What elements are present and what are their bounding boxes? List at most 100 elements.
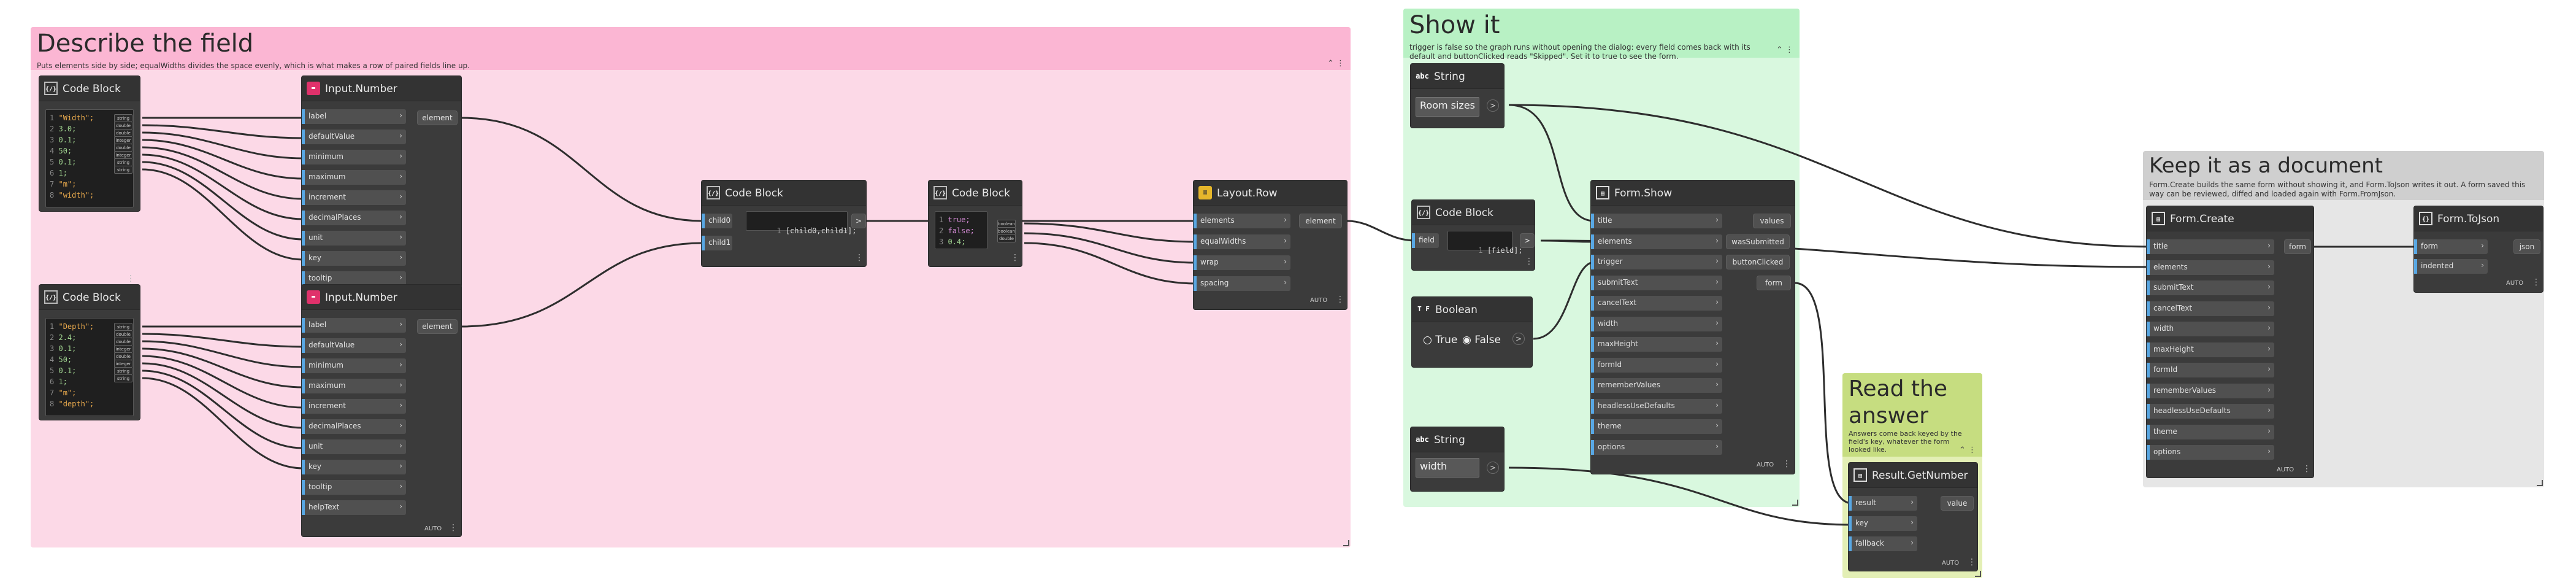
input-port-wrap[interactable]: wrap › (1194, 255, 1290, 270)
node-title[interactable]: Form.Show (1614, 187, 1672, 199)
output-port[interactable]: > (1512, 333, 1525, 345)
code-line[interactable]: 8 "width"; (50, 190, 129, 201)
node-title[interactable]: Code Block (63, 292, 121, 304)
node-result-get-number[interactable]: ▤ Result.GetNumber result › key › fallback › … (1849, 463, 1977, 571)
code-line[interactable]: 3 0.4; (939, 236, 983, 247)
input-port-width[interactable]: width › (2147, 322, 2274, 336)
input-port-fallback[interactable]: fallback › (1849, 536, 1917, 551)
input-port-form[interactable]: form › (2414, 239, 2488, 254)
output-port-wassubmitted[interactable]: wasSubmitted (1726, 234, 1790, 249)
input-port-minimum[interactable]: minimum › (302, 358, 406, 373)
output-port-form[interactable]: form (1757, 275, 1791, 290)
output-port[interactable]: > (1520, 233, 1535, 248)
string-input[interactable]: width (1416, 458, 1479, 478)
string-input[interactable]: Room sizes (1416, 97, 1479, 117)
node-title[interactable]: Form.ToJson (2437, 213, 2499, 225)
input-port-child1[interactable]: child1 (702, 236, 732, 250)
code-line[interactable]: 7 "m"; (50, 179, 129, 190)
node-menu-icon[interactable]: ⋮ (1782, 459, 1791, 469)
output-port[interactable]: > (1487, 462, 1499, 474)
lacing-label[interactable]: AUTO (2506, 280, 2523, 287)
input-port-maxheight[interactable]: maxHeight › (1591, 337, 1722, 352)
node-string-room-sizes[interactable]: abc String Room sizes > (1411, 64, 1504, 128)
code-line[interactable]: 7 "m"; (50, 387, 129, 398)
input-port-headlessusedefaults[interactable]: headlessUseDefaults › (2147, 404, 2274, 419)
lacing-label[interactable]: AUTO (1757, 462, 1774, 468)
input-port-submittext[interactable]: submitText › (2147, 280, 2274, 295)
node-menu-icon[interactable]: ⋮ (2532, 277, 2540, 287)
node-menu-icon[interactable]: ⋮ (449, 523, 458, 533)
radio-false[interactable]: ◉ False (1462, 334, 1501, 346)
node-form-create[interactable]: ▤ Form.Create title › elements › submitText ›… (2147, 206, 2313, 478)
input-port-decimalplaces[interactable]: decimalPlaces › (302, 419, 406, 434)
input-port-title[interactable]: title › (2147, 239, 2274, 254)
input-port-remembervalues[interactable]: rememberValues › (2147, 383, 2274, 398)
node-menu-icon[interactable]: ⋮ (1525, 257, 1533, 266)
node-menu-icon[interactable]: ⋮ (1968, 557, 1976, 567)
node-menu-icon[interactable]: ⋮ (855, 253, 864, 263)
output-port-element[interactable]: element (1299, 214, 1342, 228)
code-editor[interactable]: 1 true; 2 false; 3 0.4; (935, 211, 987, 249)
node-menu-icon[interactable]: ⋮ (126, 274, 135, 284)
code-editor[interactable]: 1 [child0,child1]; (746, 211, 856, 235)
input-port-elements[interactable]: elements › (1194, 214, 1290, 228)
input-port-maximum[interactable]: maximum › (302, 379, 406, 393)
node-title[interactable]: Code Block (1435, 207, 1493, 219)
input-port-result[interactable]: result › (1849, 496, 1917, 511)
input-port-remembervalues[interactable]: rememberValues › (1591, 378, 1722, 393)
input-port-maxheight[interactable]: maxHeight › (2147, 342, 2274, 357)
input-port-tooltip[interactable]: tooltip › (302, 271, 406, 286)
node-title[interactable]: Code Block (952, 187, 1010, 199)
code-editor[interactable]: 1 [field]; (1447, 231, 1523, 255)
input-port-decimalplaces[interactable]: decimalPlaces › (302, 211, 406, 225)
input-port-indented[interactable]: indented › (2414, 259, 2488, 274)
node-code-block-list[interactable]: {/} Code Block child0 child1 1 [child0,c… (702, 180, 866, 266)
input-port-canceltext[interactable]: cancelText › (2147, 301, 2274, 316)
node-title[interactable]: Code Block (725, 187, 783, 199)
input-port-increment[interactable]: increment › (302, 399, 406, 414)
input-port-elements[interactable]: elements › (2147, 260, 2274, 275)
node-title[interactable]: String (1434, 434, 1465, 446)
input-port-headlessusedefaults[interactable]: headlessUseDefaults › (1591, 398, 1722, 414)
input-port-key[interactable]: key › (302, 251, 406, 266)
input-port-key[interactable]: key › (302, 460, 406, 474)
lacing-label[interactable]: AUTO (1942, 560, 1959, 567)
code-line[interactable]: 2 false; (939, 225, 983, 236)
output-port-buttonclicked[interactable]: buttonClicked (1726, 255, 1790, 269)
input-port-maximum[interactable]: maximum › (302, 170, 406, 185)
input-port-unit[interactable]: unit › (302, 439, 406, 454)
lacing-label[interactable]: AUTO (424, 525, 442, 532)
output-port-values[interactable]: values (1753, 214, 1791, 228)
code-text[interactable]: [field]; (1487, 246, 1523, 255)
input-port-child0[interactable]: child0 (702, 214, 732, 228)
output-port[interactable]: > (851, 214, 866, 228)
output-type-badge[interactable]: string (114, 166, 132, 174)
input-port-submittext[interactable]: submitText › (1591, 275, 1722, 290)
input-port-defaultvalue[interactable]: defaultValue › (302, 130, 406, 144)
input-port-key[interactable]: key › (1849, 516, 1917, 531)
output-port-element[interactable]: element (417, 319, 458, 334)
input-port-tooltip[interactable]: tooltip › (302, 480, 406, 495)
code-line[interactable]: 8 "depth"; (50, 398, 129, 409)
node-menu-icon[interactable]: ⋮ (2302, 464, 2311, 474)
node-title[interactable]: Boolean (1435, 304, 1478, 316)
input-port-canceltext[interactable]: cancelText › (1591, 296, 1722, 311)
node-title[interactable]: Result.GetNumber (1872, 470, 1968, 482)
node-input-number-1[interactable]: ▬ Input.Number label › defaultValue › minimu… (302, 76, 461, 287)
output-type-badge[interactable]: double (997, 234, 1016, 242)
node-boolean[interactable]: T F Boolean ○ True ◉ False > (1412, 297, 1532, 367)
input-port-minimum[interactable]: minimum › (302, 150, 406, 164)
code-line[interactable]: 1 true; (939, 214, 983, 225)
input-port-increment[interactable]: increment › (302, 190, 406, 205)
node-form-show[interactable]: ▤ Form.Show title › elements › trigger › submi… (1591, 180, 1795, 474)
output-port[interactable]: > (1487, 99, 1499, 112)
radio-true[interactable]: ○ True (1423, 334, 1457, 346)
input-port-equalwidths[interactable]: equalWidths › (1194, 234, 1290, 249)
output-port-json[interactable]: json (2513, 239, 2540, 254)
input-port-formid[interactable]: formId › (1591, 357, 1722, 373)
input-port-elements[interactable]: elements › (1591, 234, 1722, 249)
output-port-element[interactable]: element (417, 110, 458, 125)
node-title[interactable]: Input.Number (325, 292, 397, 304)
input-port-helptext[interactable]: helpText › (302, 500, 406, 515)
code-text[interactable]: [child0,child1]; (786, 226, 857, 235)
